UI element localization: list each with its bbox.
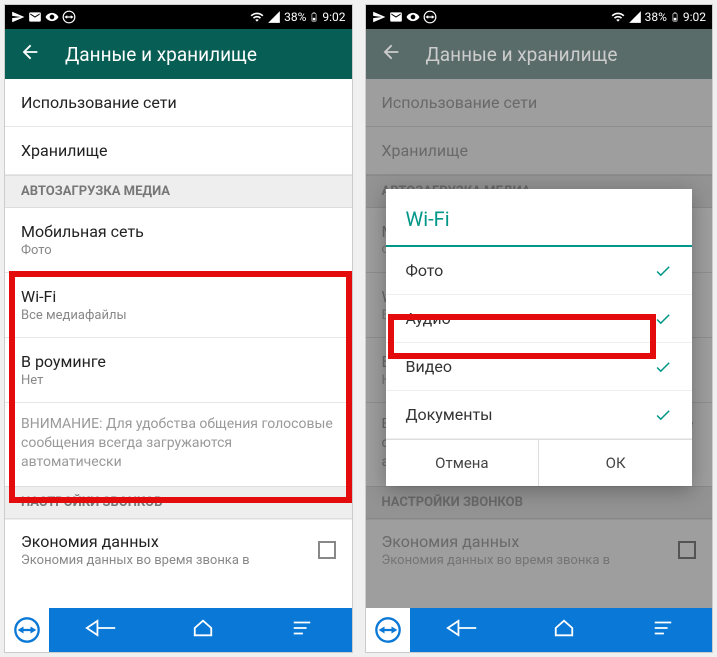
settings-list-dimmed: Использование сети Хранилище АВТОЗАГРУЗК… [366, 79, 713, 608]
eye-icon [406, 10, 420, 24]
clock: 9:02 [322, 10, 345, 24]
dialog-item-photo[interactable]: Фото [386, 247, 693, 295]
wifi-icon [250, 10, 264, 24]
label: Wi-Fi [21, 287, 336, 306]
eye-icon [45, 10, 59, 24]
teamviewer-icon [423, 10, 437, 24]
cancel-button[interactable]: Отмена [386, 440, 540, 486]
nav-back[interactable] [85, 617, 117, 643]
appbar-title: Данные и хранилище [426, 43, 618, 66]
sublabel: Нет [21, 373, 336, 388]
checkbox-checked[interactable] [654, 358, 672, 376]
battery-icon [309, 10, 319, 24]
nav-back[interactable] [446, 617, 478, 643]
navbar [366, 608, 713, 652]
recent-icon [289, 617, 315, 639]
settings-list: Использование сети Хранилище АВТОЗАГРУЗК… [5, 79, 352, 608]
item-mobile[interactable]: Мобильная сеть Фото [5, 208, 352, 273]
dialog-item-docs[interactable]: Документы [386, 391, 693, 439]
statusbar: 38% 9:02 [366, 5, 713, 29]
battery-icon [670, 10, 680, 24]
appbar-title: Данные и хранилище [65, 43, 257, 66]
label: В роуминге [21, 352, 336, 371]
back-button[interactable] [380, 41, 402, 67]
checkbox-checked[interactable] [654, 262, 672, 280]
section-autoload: АВТОЗАГРУЗКА МЕДИА [5, 175, 352, 208]
dialog-item-label: Документы [406, 405, 493, 424]
icon-app1 [11, 10, 25, 24]
arrow-back-icon [19, 41, 41, 63]
autoload-notice: ВНИМАНИЕ: Для удобства общения голосовые… [5, 403, 352, 486]
dialog-title: Wi-Fi [386, 189, 693, 247]
label: Экономия данных [21, 532, 250, 551]
back-button[interactable] [19, 41, 41, 67]
sublabel: Фото [21, 243, 336, 258]
checkbox[interactable] [318, 541, 336, 559]
teamviewer-button[interactable] [366, 608, 410, 652]
navbar [5, 608, 352, 652]
nav-recent[interactable] [650, 617, 676, 643]
phone-right: 38% 9:02 Данные и хранилище Использовани… [365, 4, 714, 653]
appbar: Данные и хранилище [5, 29, 352, 79]
item-wifi[interactable]: Wi-Fi Все медиафайлы [5, 273, 352, 338]
label: Мобильная сеть [21, 222, 336, 241]
home-icon [551, 617, 577, 639]
label: Хранилище [21, 141, 336, 160]
checkbox-checked[interactable] [654, 310, 672, 328]
nav-home[interactable] [551, 617, 577, 643]
item-roaming[interactable]: В роуминге Нет [5, 338, 352, 403]
teamviewer-button[interactable] [5, 608, 49, 652]
sublabel: Все медиафайлы [21, 308, 336, 323]
label: Использование сети [21, 93, 336, 112]
clock: 9:02 [683, 10, 706, 24]
wifi-icon [611, 10, 625, 24]
statusbar: 38% 9:02 [5, 5, 352, 29]
appbar: Данные и хранилище [366, 29, 713, 79]
dialog-item-audio[interactable]: Аудио [386, 295, 693, 343]
signal-icon [267, 10, 281, 24]
dialog-item-video[interactable]: Видео [386, 343, 693, 391]
item-storage[interactable]: Хранилище [5, 127, 352, 175]
section-calls: НАСТРОЙКИ ЗВОНКОВ [5, 486, 352, 519]
nav-recent[interactable] [289, 617, 315, 643]
teamviewer-icon [62, 10, 76, 24]
wifi-dialog: Wi-Fi Фото Аудио Видео Документы Отмена … [386, 189, 693, 486]
item-data-saver[interactable]: Экономия данных Экономия данных во время… [5, 519, 352, 572]
teamviewer-icon [13, 616, 41, 644]
back-icon [446, 617, 478, 639]
ok-button[interactable]: ОК [539, 440, 692, 486]
dialog-actions: Отмена ОК [386, 439, 693, 486]
sublabel: Экономия данных во время звонка в [21, 553, 250, 568]
icon-app1 [372, 10, 386, 24]
battery-pct: 38% [284, 10, 306, 24]
dialog-item-label: Аудио [406, 309, 451, 328]
back-icon [85, 617, 117, 639]
phone-left: 38% 9:02 Данные и хранилище Использовани… [4, 4, 353, 653]
signal-icon [628, 10, 642, 24]
icon-app2 [28, 10, 42, 24]
dialog-item-label: Фото [406, 261, 444, 280]
arrow-back-icon [380, 41, 402, 63]
nav-home[interactable] [190, 617, 216, 643]
icon-app2 [389, 10, 403, 24]
item-network-usage[interactable]: Использование сети [5, 79, 352, 127]
checkbox-checked[interactable] [654, 406, 672, 424]
dialog-item-label: Видео [406, 357, 452, 376]
recent-icon [650, 617, 676, 639]
teamviewer-icon [374, 616, 402, 644]
battery-pct: 38% [645, 10, 667, 24]
home-icon [190, 617, 216, 639]
